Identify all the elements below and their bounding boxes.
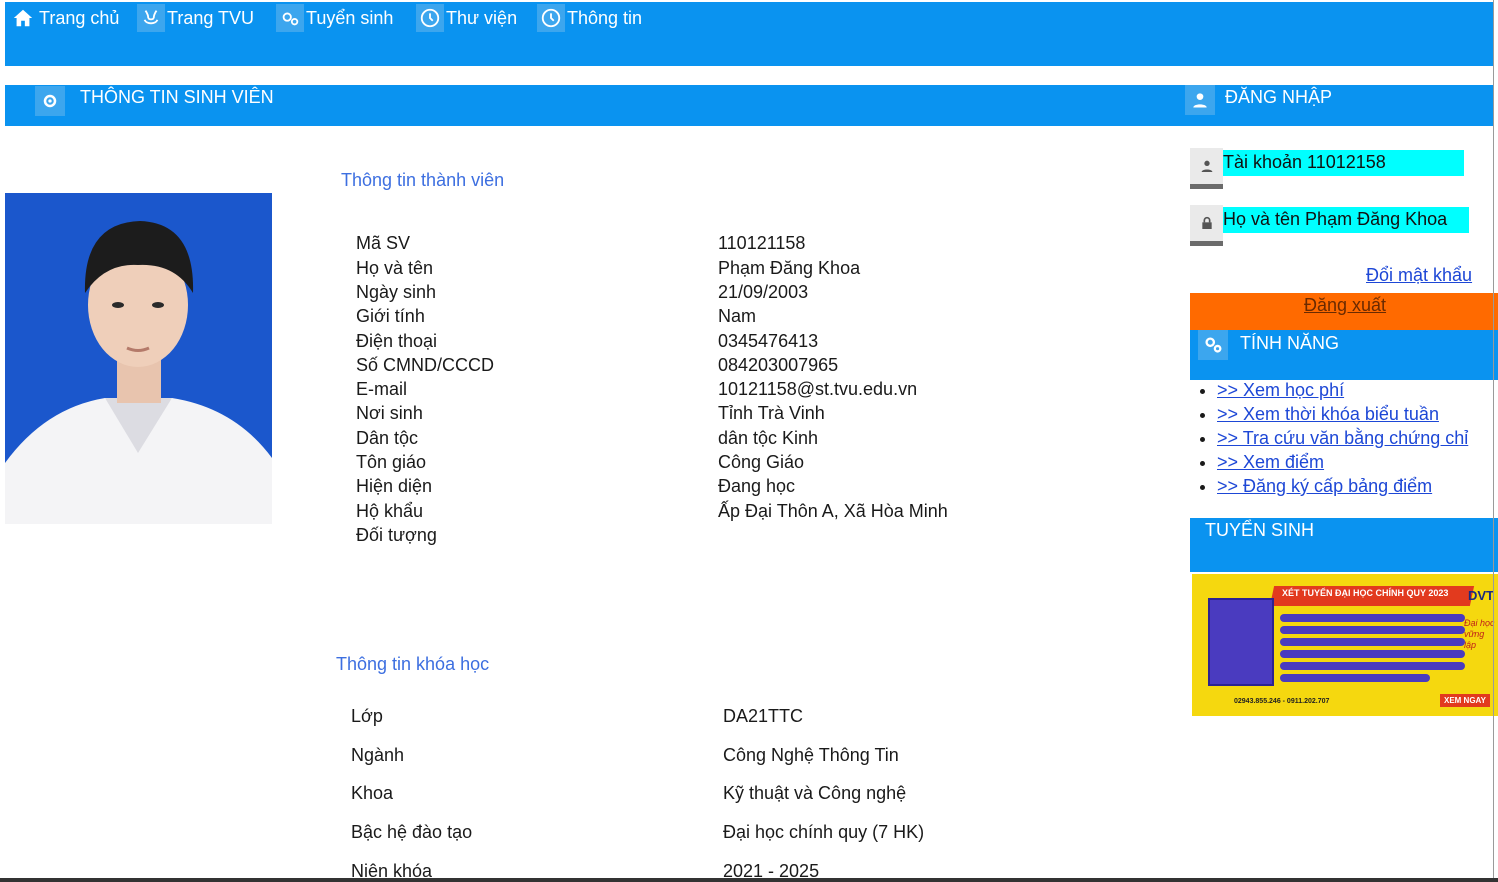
page-divider: [1493, 0, 1494, 878]
member-row-value: 084203007965: [718, 355, 839, 375]
banner-cta[interactable]: XEM NGAY: [1440, 694, 1490, 707]
gears-icon: [1198, 330, 1228, 360]
nav-info[interactable]: Thông tin: [537, 4, 642, 32]
user-icon: [1190, 148, 1223, 189]
admission-title: TUYỂN SINH: [1205, 520, 1315, 540]
member-row-label: Hộ khẩu: [356, 501, 424, 521]
nav-admission-label: Tuyển sinh: [306, 7, 394, 28]
member-row-value: 10121158@st.tvu.edu.vn: [718, 379, 918, 399]
feature-link[interactable]: >> Tra cứu văn bằng chứng chỉ: [1217, 428, 1468, 448]
banner-line: [1280, 674, 1430, 682]
member-row-label: Dân tộc: [356, 428, 419, 448]
nav-home[interactable]: Trang chủ: [9, 4, 119, 32]
nav-tvu[interactable]: Trang TVU: [137, 4, 254, 32]
logout-link[interactable]: Đăng xuất: [1304, 295, 1386, 316]
banner-phone: 02943.855.246 - 0911.202.707: [1234, 698, 1330, 705]
nav-library-label: Thư viện: [446, 7, 518, 28]
member-row-label: Điện thoại: [356, 331, 438, 351]
course-row-label: Khoa: [351, 783, 394, 803]
fullname-field[interactable]: Họ và tên Phạm Đăng Khoa: [1223, 207, 1469, 233]
member-row-value: Nam: [718, 306, 757, 326]
course-row-label: Lớp: [351, 706, 383, 726]
member-row-label: Giới tính: [356, 306, 425, 326]
member-row-value: Đang học: [718, 476, 796, 496]
student-header-title: THÔNG TIN SINH VIÊN: [80, 87, 274, 107]
student-info-header: THÔNG TIN SINH VIÊN: [5, 85, 1185, 126]
top-nav-bar: Trang chủ Trang TVU Tuyển sinh Thư viện …: [5, 2, 1493, 66]
member-row-label: Mã SV: [356, 233, 411, 253]
student-photo: [5, 193, 272, 524]
member-row-value: 0345476413: [718, 331, 819, 351]
member-row-label: Số CMND/CCCD: [356, 355, 495, 375]
nav-tvu-label: Trang TVU: [167, 7, 255, 28]
change-password-link[interactable]: Đổi mật khẩu: [1366, 265, 1472, 286]
member-row-label: E-mail: [356, 379, 408, 399]
course-row-value: DA21TTC: [723, 706, 804, 726]
feature-item: >> Tra cứu văn bằng chứng chỉ: [1217, 428, 1468, 448]
member-row-label: Nơi sinh: [356, 403, 423, 423]
feature-item: >> Xem điểm: [1217, 452, 1468, 472]
banner-line: [1280, 650, 1465, 658]
nav-home-label: Trang chủ: [39, 7, 120, 28]
lock-icon: [1190, 205, 1223, 246]
nav-info-label: Thông tin: [567, 7, 643, 28]
feature-link[interactable]: >> Xem điểm: [1217, 452, 1324, 472]
member-row-label: Họ và tên: [356, 258, 434, 278]
nav-library[interactable]: Thư viện: [416, 4, 517, 32]
feature-item: >> Xem thời khóa biểu tuần: [1217, 404, 1468, 424]
feature-link[interactable]: >> Đăng ký cấp bảng điểm: [1217, 476, 1432, 496]
feature-link[interactable]: >> Xem thời khóa biểu tuần: [1217, 404, 1439, 424]
member-row-label: Tôn giáo: [356, 452, 427, 472]
banner-line: [1280, 638, 1465, 646]
banner-school: DVT: [1468, 588, 1494, 603]
admission-header: TUYỂN SINH: [1190, 518, 1498, 572]
banner-headline: XÉT TUYỂN ĐẠI HỌC CHÍNH QUY 2023: [1282, 588, 1449, 598]
user-icon: [1185, 85, 1215, 115]
clock-icon: [537, 4, 565, 32]
feature-link[interactable]: >> Xem học phí: [1217, 380, 1344, 400]
member-row-value: Phạm Đăng Khoa: [718, 258, 861, 278]
banner-line: [1280, 614, 1465, 622]
features-list: >> Xem học phí >> Xem thời khóa biểu tuần…: [1180, 380, 1468, 500]
member-row-label: Ngày sinh: [356, 282, 437, 302]
course-row-value: Kỹ thuật và Công nghệ: [723, 783, 907, 803]
clock-icon: [416, 4, 444, 32]
nav-admission[interactable]: Tuyển sinh: [276, 4, 393, 32]
course-row-label: Bậc hệ đào tạo: [351, 822, 473, 842]
member-row-value: dân tộc Kinh: [718, 428, 819, 448]
admission-banner[interactable]: XÉT TUYỂN ĐẠI HỌC CHÍNH QUY 2023 DVT Đại…: [1192, 574, 1498, 716]
banner-line: [1280, 662, 1465, 670]
member-info-title: Thông tin thành viên: [341, 170, 505, 190]
member-row-value: Ấp Đại Thôn A, Xã Hòa Minh: [718, 501, 948, 521]
login-header-title: ĐĂNG NHẬP: [1225, 87, 1333, 107]
course-row-value: Đại học chính quy (7 HK): [723, 822, 925, 842]
logout-bar: Đăng xuất: [1190, 293, 1498, 330]
tvu-icon: [137, 4, 165, 32]
member-row-label: Đối tượng: [356, 525, 437, 545]
banner-photo: [1208, 598, 1274, 686]
member-row-label: Hiện diện: [356, 476, 433, 496]
banner-line: [1280, 626, 1465, 634]
features-header: TÍNH NĂNG: [1190, 330, 1498, 380]
login-header: ĐĂNG NHẬP: [1185, 85, 1493, 126]
username-field[interactable]: Tài khoản 11012158: [1223, 150, 1464, 176]
member-row-value: 110121158: [718, 233, 806, 253]
home-icon: [9, 4, 37, 32]
features-title: TÍNH NĂNG: [1240, 333, 1339, 353]
course-row-value: Công Nghệ Thông Tin: [723, 745, 899, 765]
course-info-title: Thông tin khóa học: [336, 654, 490, 674]
member-row-value: Tỉnh Trà Vinh: [718, 403, 825, 423]
feature-item: >> Đăng ký cấp bảng điểm: [1217, 476, 1468, 496]
member-row-value: Công Giáo: [718, 452, 805, 472]
settings-icon: [35, 86, 65, 116]
member-row-value: 21/09/2003: [718, 282, 809, 302]
course-row-label: Ngành: [351, 745, 405, 765]
feature-item: >> Xem học phí: [1217, 380, 1468, 400]
horizontal-scrollbar[interactable]: [0, 878, 1498, 882]
gears-icon: [276, 4, 304, 32]
